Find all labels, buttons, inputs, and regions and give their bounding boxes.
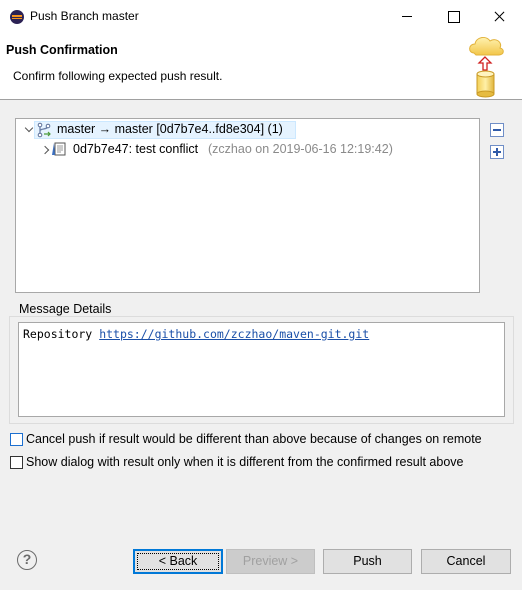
commit-icon: [52, 142, 66, 156]
tree-row-commit[interactable]: 0d7b7e47: test conflict (zczhao on 2019-…: [40, 141, 460, 159]
back-button-label: < Back: [158, 554, 198, 568]
expand-all-icon[interactable]: [490, 145, 504, 159]
help-icon[interactable]: ?: [17, 550, 37, 570]
minimize-button[interactable]: [384, 0, 430, 32]
repository-prefix: Repository: [23, 327, 93, 341]
commit-detail: (zczhao on 2019-06-16 12:19:42): [208, 142, 393, 156]
cancel-button-label: Cancel: [446, 554, 486, 568]
eclipse-icon: [10, 10, 24, 24]
tree-row-ref-update[interactable]: master → master [0d7b7e4..fd8e304] (1): [34, 121, 296, 139]
message-details-label: Message Details: [19, 302, 114, 316]
page-description: Confirm following expected push result.: [13, 69, 223, 83]
show-only-if-different-checkbox[interactable]: [10, 456, 23, 469]
message-details-text[interactable]: Repository https://github.com/zczhao/mav…: [18, 322, 505, 417]
expand-toggle[interactable]: [42, 141, 52, 159]
show-only-if-different-option[interactable]: Show dialog with result only when it is …: [10, 455, 515, 471]
preview-button-label: Preview >: [242, 554, 299, 568]
commit-label: 0d7b7e47: test conflict: [73, 142, 199, 156]
wizard-header: Push Confirmation Confirm following expe…: [0, 33, 522, 100]
preview-button[interactable]: Preview >: [226, 549, 315, 574]
back-button[interactable]: < Back: [133, 549, 223, 574]
close-button[interactable]: [476, 0, 522, 32]
cancel-if-different-checkbox[interactable]: [10, 433, 23, 446]
cancel-if-different-option[interactable]: Cancel push if result would be different…: [10, 432, 515, 448]
cancel-if-different-label: Cancel push if result would be different…: [26, 432, 482, 446]
cancel-button[interactable]: Cancel: [421, 549, 511, 574]
collapse-all-icon[interactable]: [490, 123, 504, 137]
expand-toggle[interactable]: [24, 121, 34, 139]
push-button[interactable]: Push: [323, 549, 412, 574]
branch-icon: [37, 122, 51, 138]
push-result-tree[interactable]: master → master [0d7b7e4..fd8e304] (1) 0…: [15, 118, 480, 293]
ref-update-label: master → master [0d7b7e4..fd8e304] (1): [57, 122, 283, 136]
page-title: Push Confirmation: [6, 43, 118, 57]
push-button-label: Push: [353, 554, 382, 568]
push-to-cloud-icon: [469, 36, 504, 98]
show-only-if-different-label: Show dialog with result only when it is …: [26, 455, 464, 469]
window-title: Push Branch master: [30, 9, 139, 23]
maximize-button[interactable]: [430, 0, 476, 32]
title-bar: Push Branch master: [0, 0, 522, 33]
repository-link[interactable]: https://github.com/zczhao/maven-git.git: [99, 327, 369, 341]
